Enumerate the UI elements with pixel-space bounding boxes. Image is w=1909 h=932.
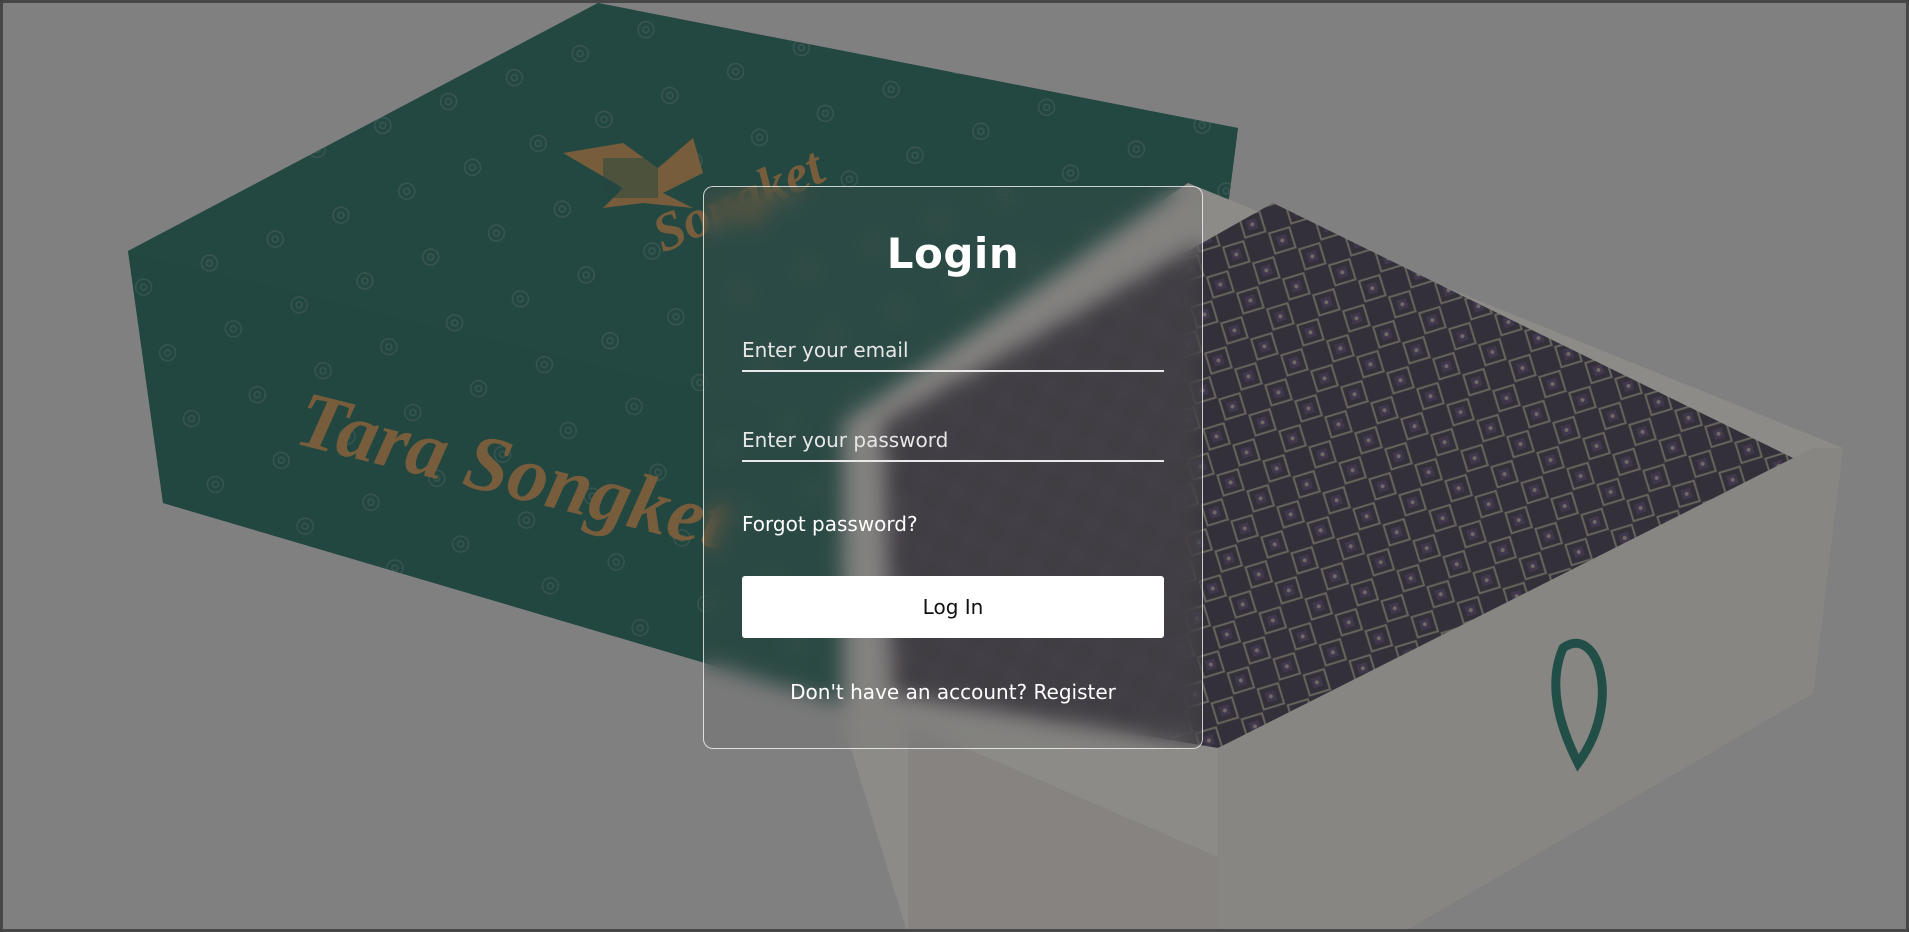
log-in-button[interactable]: Log In [742,576,1164,638]
register-prompt: Don't have an account? Register [742,680,1164,704]
browser-viewport: Tara Songket Songket Login Forgot passwo… [0,0,1909,932]
login-title: Login [886,229,1020,278]
forgot-password-link[interactable]: Forgot password? [742,512,1164,536]
email-field-wrapper [742,312,1164,372]
email-input[interactable] [742,338,1164,362]
password-field-wrapper [742,402,1164,462]
register-link[interactable]: Register [1034,680,1116,704]
register-prompt-text: Don't have an account? [790,680,1028,704]
login-card: Login Forgot password? Log In Don't have… [703,186,1203,749]
password-input[interactable] [742,428,1164,452]
